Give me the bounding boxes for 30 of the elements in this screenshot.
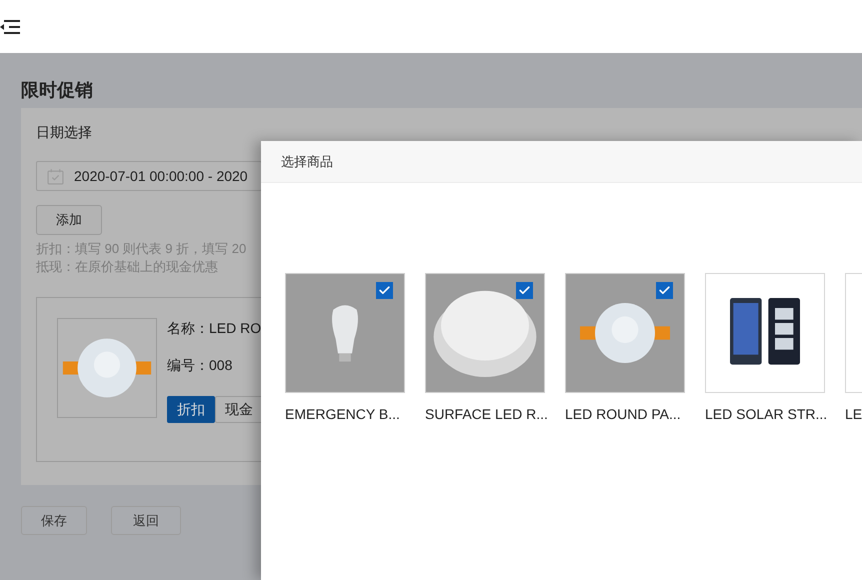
product-title[interactable]: LED SOLAR STR... <box>705 404 825 425</box>
checkbox[interactable] <box>656 282 673 299</box>
product-tile[interactable] <box>705 273 825 393</box>
product-title[interactable]: LED ROUND PA... <box>565 404 685 425</box>
add-button[interactable]: 添加 <box>36 205 102 235</box>
page-title: 限时促销 <box>21 78 94 102</box>
product-name: 名称：LED RO <box>167 319 262 338</box>
check-icon <box>518 284 531 297</box>
checkbox[interactable] <box>376 282 393 299</box>
help-text: 抵现：在原价基础上的现金优惠 <box>36 259 219 275</box>
help-text: 折扣：填写 90 则代表 9 折，填写 20 <box>36 241 246 257</box>
modal-title: 选择商品 <box>281 152 333 171</box>
date-range-field[interactable]: 2020-07-01 00:00:00 - 2020 <box>36 161 262 191</box>
mode-tab[interactable]: 折扣 <box>167 396 215 423</box>
calendar-icon <box>47 168 64 184</box>
section-label: 日期选择 <box>36 123 92 142</box>
product-tile[interactable] <box>285 273 405 393</box>
product-title[interactable]: SURFACE LED R... <box>425 404 545 425</box>
product-tile[interactable] <box>565 273 685 393</box>
action-button[interactable]: 返回 <box>111 506 181 535</box>
product-code: 编号：008 <box>167 356 232 375</box>
product-title[interactable]: EMERGENCY B... <box>285 404 405 425</box>
date-range-value: 2020-07-01 00:00:00 - 2020 <box>74 166 248 186</box>
check-icon <box>658 284 671 297</box>
checkbox[interactable] <box>516 282 533 299</box>
action-button[interactable]: 保存 <box>21 506 87 535</box>
menu-fold-icon[interactable] <box>0 18 20 34</box>
check-icon <box>378 284 391 297</box>
mode-tab[interactable]: 现金 <box>215 396 263 423</box>
product-title[interactable]: LE <box>845 404 862 425</box>
